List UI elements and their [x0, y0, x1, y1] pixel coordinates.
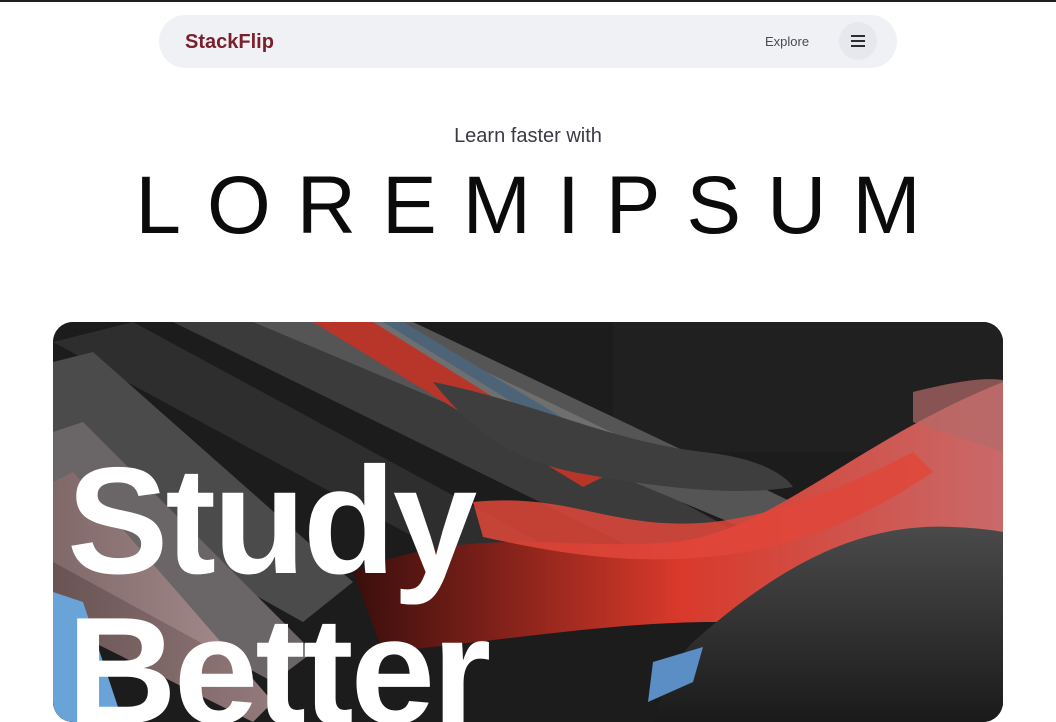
hero-card-title-line1: Study	[67, 436, 477, 606]
navbar: StackFlip Explore	[159, 15, 897, 68]
hero-card: Study Better	[53, 322, 1003, 722]
hamburger-menu-icon	[851, 35, 865, 47]
hero-card-title-line2: Better	[67, 586, 491, 722]
hero-card-title: Study Better	[67, 445, 491, 722]
explore-link[interactable]: Explore	[765, 33, 809, 50]
hero-headline: LOREMIPSUM	[135, 160, 947, 251]
hero-eyebrow: Learn faster with	[454, 125, 602, 147]
menu-button[interactable]	[839, 22, 877, 60]
top-border	[0, 0, 1056, 2]
brand-logo[interactable]: StackFlip	[185, 30, 274, 54]
